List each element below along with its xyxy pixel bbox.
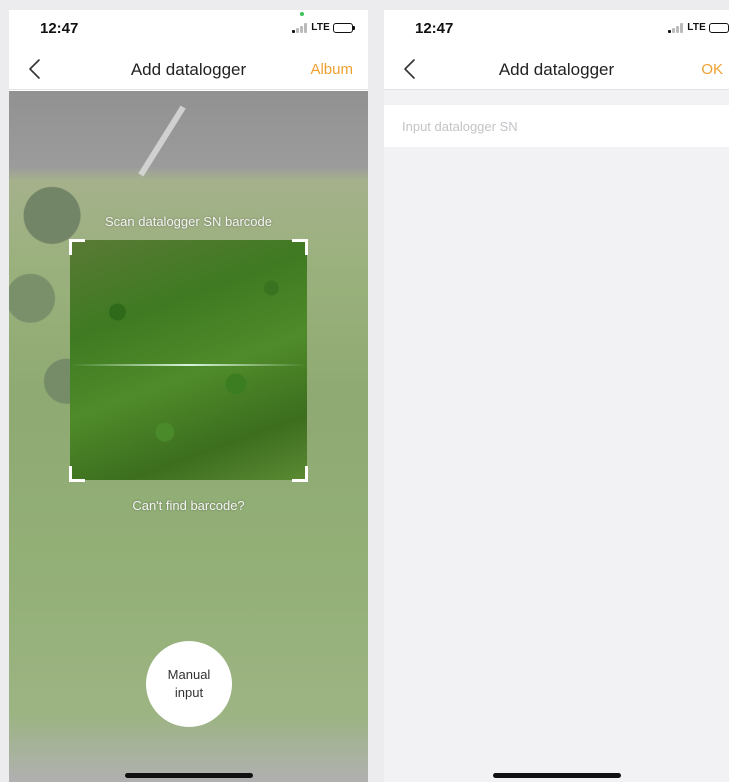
status-bar: 12:47 LTE (9, 10, 368, 48)
manual-input-label-line2: input (174, 685, 204, 700)
status-time: 12:47 (415, 20, 454, 37)
battery-icon (333, 22, 355, 33)
status-indicators: LTE (292, 22, 355, 33)
datalogger-sn-input[interactable] (384, 105, 729, 147)
scan-corner-top-right (292, 239, 308, 255)
cant-find-barcode-link[interactable]: Can't find barcode? (9, 498, 368, 513)
signal-icon (292, 22, 308, 33)
camera-preview: Scan datalogger SN barcode Can't find ba… (9, 91, 368, 782)
signal-icon (668, 22, 684, 33)
manual-input-label-line1: Manual (167, 667, 211, 682)
scan-corner-top-left (69, 239, 85, 255)
status-time: 12:47 (40, 20, 79, 37)
status-bar: 12:47 LTE (384, 10, 729, 48)
scan-line (70, 364, 307, 366)
manual-input-button[interactable]: Manual input (146, 641, 232, 727)
nav-bar: Add datalogger OK (384, 48, 729, 90)
scan-hint: Scan datalogger SN barcode (105, 214, 272, 229)
home-indicator (124, 773, 253, 778)
scan-corner-bottom-right (292, 466, 308, 482)
status-indicators: LTE (668, 22, 729, 33)
scan-window (70, 240, 307, 480)
nav-bar: Add datalogger Album (9, 48, 368, 90)
camera-indicator-dot (300, 12, 304, 16)
home-indicator (492, 773, 621, 778)
sn-input-row (384, 105, 729, 147)
page-title: Add datalogger (498, 60, 615, 79)
scanner-screen: 12:47 LTE Add datalogger Album Scan data… (9, 10, 368, 782)
ok-button[interactable]: OK (701, 61, 723, 78)
network-type: LTE (687, 22, 706, 33)
battery-icon (709, 22, 729, 33)
network-type: LTE (311, 22, 330, 33)
manual-input-screen: 12:47 LTE Add datalogger OK (384, 10, 729, 782)
album-button[interactable]: Album (310, 61, 353, 78)
scan-corner-bottom-left (69, 466, 85, 482)
